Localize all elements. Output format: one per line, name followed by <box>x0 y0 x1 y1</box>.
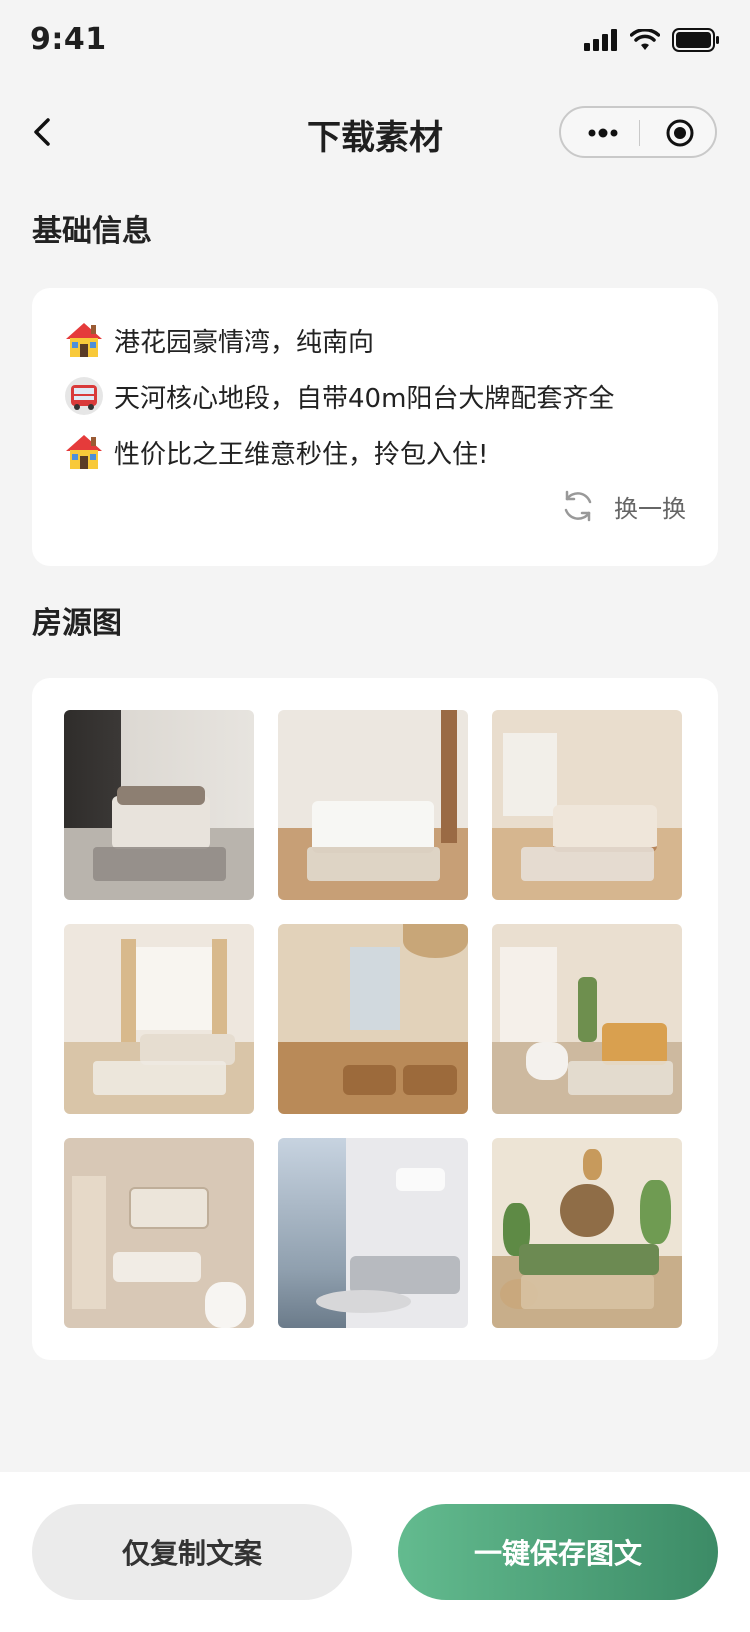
info-line-text: 港花园豪情湾，纯南向 <box>114 327 375 358</box>
bottom-action-bar: 仅复制文案 一键保存图文 <box>0 1472 750 1632</box>
basic-info-heading: 基础信息 <box>32 214 152 249</box>
house-icon <box>66 435 102 469</box>
room-photo-bedroom-wood-bed[interactable] <box>492 710 682 900</box>
room-photo-bathroom-vanity[interactable] <box>64 1138 254 1328</box>
close-target-icon[interactable] <box>665 118 695 148</box>
room-photo-living-room-green-sofa[interactable] <box>492 1138 682 1328</box>
room-photo-bedroom-mattress[interactable] <box>278 710 468 900</box>
info-line-text: 性价比之王维意秒住，拎包入住! <box>114 439 489 470</box>
refresh-icon <box>564 490 592 522</box>
room-photo-dining-living-room[interactable] <box>278 924 468 1114</box>
wifi-icon <box>630 29 660 50</box>
info-line: 性价比之王维意秒住，拎包入住! <box>64 432 488 472</box>
room-photo-living-room-beige-sofa[interactable] <box>64 924 254 1114</box>
status-icons <box>584 28 720 52</box>
status-bar: 9:41 <box>0 0 750 80</box>
more-options-icon[interactable] <box>585 120 621 146</box>
cellular-signal-icon <box>584 29 617 51</box>
room-photo-bedroom-dark-headboard[interactable] <box>64 710 254 900</box>
copy-text-button[interactable]: 仅复制文案 <box>32 1504 352 1600</box>
photo-grid <box>64 710 682 1328</box>
basic-info-card: 港花园豪情湾，纯南向 天河核心地段，自带40m阳台大牌配套齐全 性价比之王维意秒… <box>32 288 718 566</box>
bus-icon <box>65 377 103 415</box>
mini-program-capsule <box>559 106 717 158</box>
photos-heading: 房源图 <box>32 606 122 641</box>
info-line: 港花园豪情湾，纯南向 <box>64 320 374 360</box>
room-photo-living-room-grey-sofa[interactable] <box>278 1138 468 1328</box>
save-all-button[interactable]: 一键保存图文 <box>398 1504 718 1600</box>
navigation-bar: 下载素材 <box>0 90 750 174</box>
house-icon <box>66 323 102 357</box>
refresh-button[interactable]: 换一换 <box>560 488 686 524</box>
status-time: 9:41 <box>30 22 107 57</box>
refresh-label: 换一换 <box>614 494 686 523</box>
info-line-text: 天河核心地段，自带40m阳台大牌配套齐全 <box>114 383 615 414</box>
battery-icon <box>672 28 719 52</box>
photos-card <box>32 678 718 1360</box>
info-line: 天河核心地段，自带40m阳台大牌配套齐全 <box>64 376 614 416</box>
room-photo-living-room-plant[interactable] <box>492 924 682 1114</box>
capsule-divider <box>639 120 640 146</box>
